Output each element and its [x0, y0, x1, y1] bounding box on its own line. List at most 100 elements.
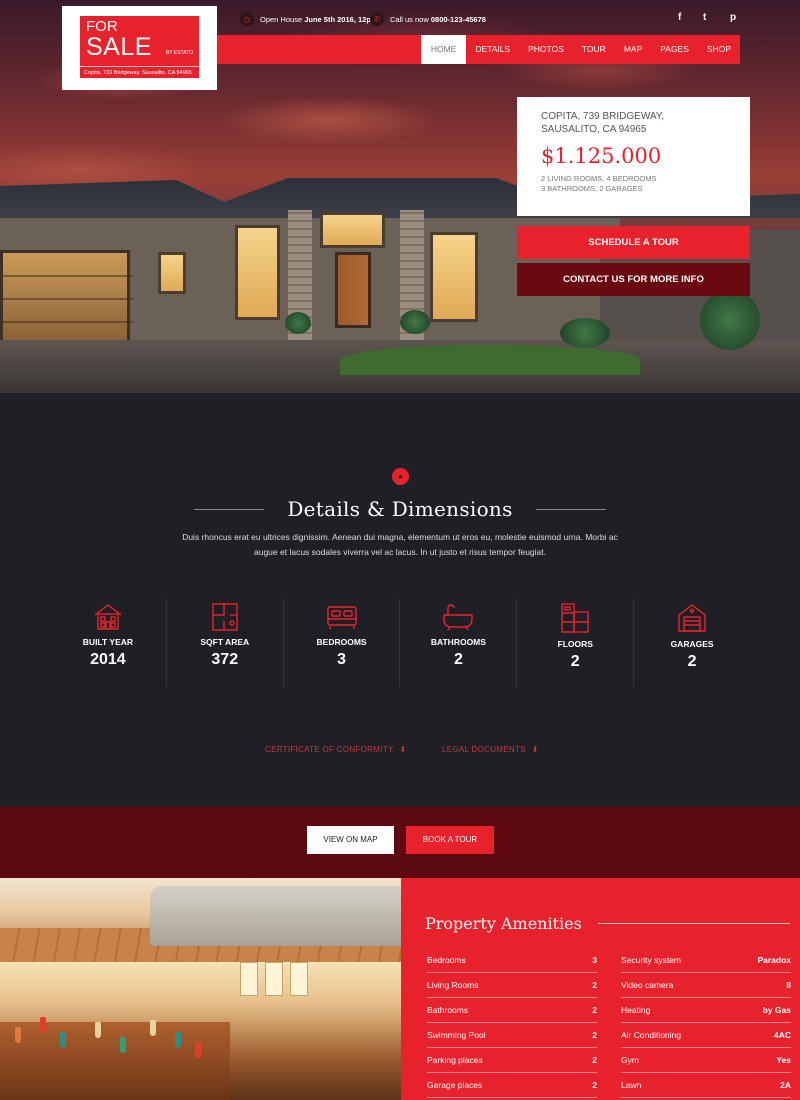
nav-photos[interactable]: PHOTOS	[519, 35, 573, 64]
amenities-heading: Property Amenities	[425, 914, 800, 933]
front-door-image	[335, 252, 371, 328]
certificate-link-label: CERTIFICATE OF CONFORMITY	[265, 745, 394, 754]
details-section: ● Details & Dimensions Duis rhoncus erat…	[0, 393, 800, 807]
amenity-value: 3	[592, 955, 597, 965]
amenity-name: Garage places	[427, 1080, 483, 1090]
amenity-value: Paradox	[757, 955, 791, 965]
amenity-row: Heating by Gas	[621, 998, 791, 1023]
stat-value: 2	[570, 653, 580, 670]
stat-value: 372	[211, 651, 239, 668]
stats-row: BUILT YEAR 2014 SQFT AREA 372 BEDROOMS 3	[50, 599, 750, 687]
amenity-name: Bathrooms	[427, 1005, 469, 1015]
view-on-map-button[interactable]: VIEW ON MAP	[307, 826, 394, 854]
legal-documents-link[interactable]: LEGAL DOCUMENTS ⬇	[442, 745, 539, 754]
amenity-value: 2A	[780, 1080, 791, 1090]
amenity-value: 2	[592, 1080, 597, 1090]
pendant-lamp	[60, 1032, 66, 1048]
location-pin-icon: ●	[392, 468, 409, 485]
stat-garages: GARAGES 2	[634, 599, 750, 687]
tree	[700, 290, 760, 350]
amenity-value: 2	[592, 1055, 597, 1065]
living-room-photo	[0, 878, 401, 962]
stat-sqft-area: SQFT AREA 372	[167, 599, 284, 687]
details-title: Details & Dimensions	[287, 497, 513, 521]
nav-map[interactable]: MAP	[615, 35, 651, 64]
amenity-name: Security system	[621, 955, 681, 965]
details-description: Duis rhoncus erat eu ultrices dignissim.…	[182, 532, 618, 557]
stat-label: GARAGES	[670, 639, 714, 649]
stat-value: 2	[453, 651, 463, 668]
amenity-name: Lawn	[621, 1080, 642, 1090]
bush	[400, 310, 430, 334]
stat-floors: FLOORS 2	[517, 599, 635, 687]
nav-pages[interactable]: PAGES	[651, 35, 698, 64]
stat-bedrooms: BEDROOMS 3	[284, 599, 401, 687]
amenity-value: Yes	[776, 1055, 791, 1065]
nav-home[interactable]: HOME	[420, 35, 467, 64]
pendant-lamp	[150, 1020, 156, 1036]
facebook-icon[interactable]: f	[678, 12, 681, 23]
amenity-name: Swimming Pool	[427, 1030, 486, 1040]
bush	[560, 318, 610, 348]
amenity-row: Air Conditioning 4AC	[621, 1023, 791, 1048]
amenity-name: Living Rooms	[427, 980, 479, 990]
house-window	[430, 232, 478, 322]
amenity-value: 4AC	[773, 1030, 791, 1040]
bush	[285, 312, 311, 334]
amenity-row: Lawn 2A	[621, 1073, 791, 1098]
amenity-row: Gym Yes	[621, 1048, 791, 1073]
stat-label: SQFT AREA	[200, 637, 250, 647]
nav-tour[interactable]: TOUR	[573, 35, 615, 64]
amenity-row: Swimming Pool 2	[427, 1023, 597, 1048]
amenities-left-list: Bedrooms 3 Living Rooms 2 Bathrooms 2 Swimm…	[427, 948, 597, 1098]
divider	[194, 508, 264, 510]
legal-link-label: LEGAL DOCUMENTS	[442, 745, 526, 754]
logo-badge: FOR SALE BY ESTATO Copita, 739 Bridgeway…	[80, 16, 199, 78]
amenities-right-list: Security system Paradox Video camera 8 Hea…	[621, 948, 791, 1098]
stat-built-year: BUILT YEAR 2014	[50, 599, 167, 687]
amenity-row: Bedrooms 3	[427, 948, 597, 973]
stat-value: 3	[337, 651, 347, 668]
amenity-name: Video camera	[621, 980, 674, 990]
house-window	[320, 212, 385, 248]
pendant-lamp	[175, 1032, 181, 1048]
book-tour-button[interactable]: BOOK A TOUR	[406, 826, 494, 854]
certificate-link[interactable]: CERTIFICATE OF CONFORMITY ⬇	[265, 745, 407, 754]
nav-details[interactable]: DETAILS	[466, 35, 519, 64]
stat-label: BUILT YEAR	[82, 637, 134, 647]
logo-address: Copita, 739 Bridgeway, Sausalito, CA 949…	[80, 66, 199, 78]
listing-spec-line2: 3 BATHROOMS, 2 GARAGES	[541, 184, 643, 193]
call-label: Call us now	[390, 14, 429, 24]
amenity-name: Gym	[621, 1055, 639, 1065]
nav-shop[interactable]: SHOP	[698, 35, 740, 64]
pinterest-icon[interactable]: p	[730, 12, 736, 23]
divider	[597, 923, 790, 924]
stat-label: BEDROOMS	[316, 637, 367, 647]
amenity-value: 8	[786, 980, 791, 990]
amenity-value: 2	[592, 1005, 597, 1015]
floors-icon	[561, 603, 589, 633]
listing-price: $1.125.000	[541, 144, 662, 168]
pendant-lamp	[95, 1022, 101, 1038]
site-logo[interactable]: FOR SALE BY ESTATO Copita, 739 Bridgeway…	[62, 6, 217, 90]
amenities-section: Property Amenities Bedrooms 3 Living Room…	[401, 878, 800, 1100]
twitter-icon[interactable]: t	[703, 12, 706, 23]
clock-icon: ◷	[240, 12, 254, 26]
open-house-label: Open House	[260, 14, 303, 24]
sofa	[150, 886, 401, 946]
amenity-name: Parking places	[427, 1055, 483, 1065]
amenity-row: Security system Paradox	[621, 948, 791, 973]
open-house-date: June 5th 2016, 12pm	[304, 14, 378, 24]
phone-number[interactable]: 0800-123-45678	[431, 15, 486, 24]
contact-info-button[interactable]: CONTACT US FOR MORE INFO	[517, 263, 750, 296]
bathtub-icon	[443, 604, 474, 631]
details-heading: Details & Dimensions	[194, 495, 606, 523]
amenity-row: Living Rooms 2	[427, 973, 597, 998]
amenity-value: 2	[592, 980, 597, 990]
schedule-tour-button[interactable]: SCHEDULE A TOUR	[517, 226, 750, 259]
divider	[536, 508, 606, 510]
pendant-lamp	[15, 1027, 21, 1043]
main-navigation: HOME DETAILS PHOTOS TOUR MAP PAGES SHOP	[217, 35, 740, 64]
kitchen-cabinet	[0, 1022, 230, 1100]
amenity-row: Bathrooms 2	[427, 998, 597, 1023]
